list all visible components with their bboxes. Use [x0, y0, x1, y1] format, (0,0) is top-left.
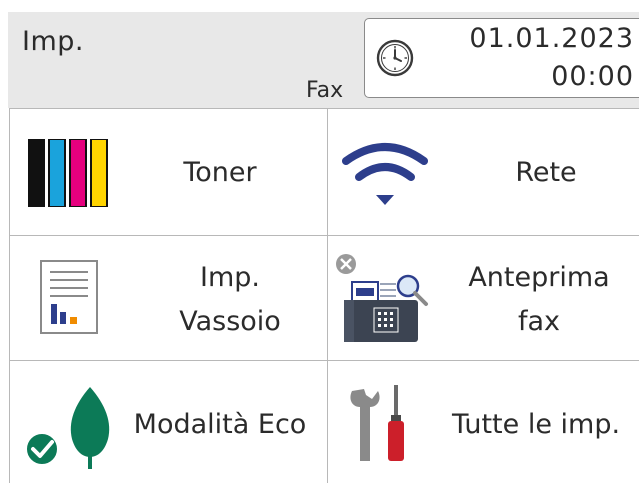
- eco-mode-label: Modalità Eco: [133, 409, 307, 440]
- eco-mode-button[interactable]: Modalità Eco: [10, 361, 328, 483]
- fax-preview-icon: [336, 254, 428, 342]
- clock-icon: [376, 39, 414, 77]
- tray-label-line1: Imp.: [200, 262, 260, 293]
- fax-preview-button[interactable]: Anteprima fax: [328, 236, 639, 361]
- network-label: Rete: [515, 157, 577, 188]
- all-settings-label: Tutte le imp.: [451, 409, 621, 440]
- date-time-button[interactable]: 01.01.2023 00:00: [364, 18, 639, 98]
- network-button[interactable]: Rete: [328, 109, 639, 236]
- mode-label: Fax: [306, 78, 344, 103]
- settings-grid: Toner Rete Imp. Vassoio Anteprima fax Mo…: [9, 108, 639, 483]
- toner-button[interactable]: Toner: [10, 109, 328, 236]
- date-display: 01.01.2023: [469, 23, 634, 54]
- tools-icon: [350, 385, 404, 461]
- tray-settings-button[interactable]: Imp. Vassoio: [10, 236, 328, 361]
- wifi-icon: [342, 143, 428, 205]
- toner-label: Toner: [183, 157, 257, 188]
- printer-settings-screen: Imp. Fax 01.01.2023 00:00 Toner Rete Imp…: [0, 0, 639, 483]
- fax-preview-label-line2: fax: [517, 306, 561, 337]
- all-settings-button[interactable]: Tutte le imp.: [328, 361, 639, 483]
- time-display: 00:00: [551, 61, 634, 92]
- tray-report-icon: [40, 260, 98, 334]
- toner-bars-icon: [28, 139, 108, 207]
- eco-leaf-icon: [25, 387, 110, 469]
- tray-label-line2: Vassoio: [179, 306, 281, 337]
- fax-preview-label-line1: Anteprima: [468, 262, 610, 293]
- page-title: Imp.: [22, 26, 84, 57]
- header-bar: Imp. Fax 01.01.2023 00:00: [8, 12, 639, 108]
